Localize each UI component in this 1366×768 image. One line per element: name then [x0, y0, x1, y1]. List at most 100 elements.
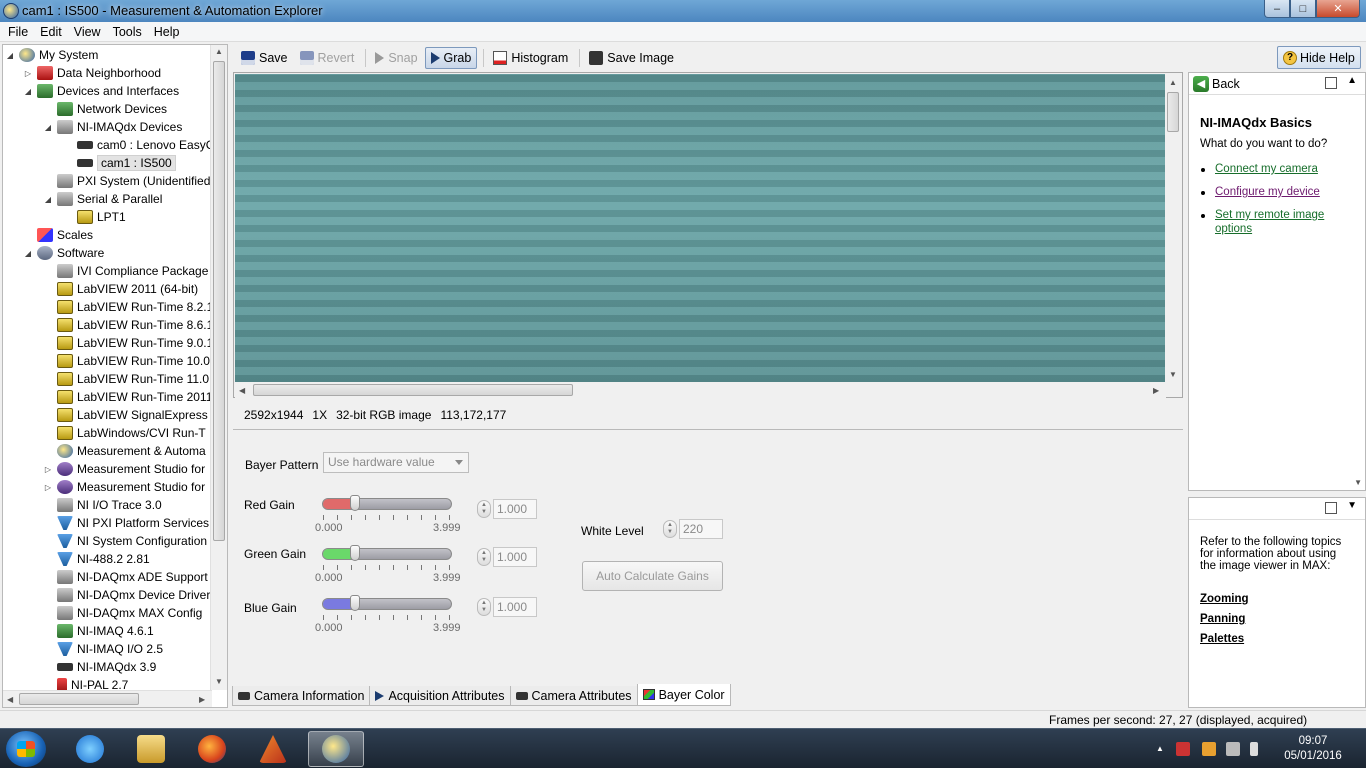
help-topic-palettes[interactable]: Palettes	[1200, 633, 1244, 645]
tree-item[interactable]: ◢ My System	[5, 46, 98, 64]
red-gain-slider[interactable]	[322, 498, 452, 510]
tree-item[interactable]: LabWindows/CVI Run-T	[43, 424, 206, 442]
tree-item[interactable]: Measurement & Automa	[43, 442, 206, 460]
tree-item[interactable]: NI-DAQmx MAX Config	[43, 604, 202, 622]
red-gain-spinner[interactable]: ▲ ▼	[477, 500, 491, 518]
collapse-icon[interactable]: ◢	[5, 51, 15, 60]
tree-item[interactable]: ◢ Devices and Interfaces	[23, 82, 179, 100]
scroll-left-icon[interactable]: ◀	[7, 695, 13, 704]
tree-item[interactable]: LabVIEW Run-Time 9.0.1	[43, 334, 213, 352]
collapse-icon[interactable]: ◢	[43, 123, 53, 132]
tree-item[interactable]: NI PXI Platform Services	[43, 514, 209, 532]
taskbar-explorer[interactable]	[123, 731, 179, 767]
scroll-right-icon[interactable]: ▶	[1153, 386, 1159, 395]
tab-bayer-color[interactable]: Bayer Color	[636, 684, 731, 706]
scroll-down-icon[interactable]: ▼	[1354, 478, 1362, 487]
tree-item[interactable]: NI-DAQmx ADE Support	[43, 568, 208, 586]
image-horizontal-scrollbar[interactable]: ◀ ▶	[235, 382, 1166, 398]
revert-button[interactable]: Revert	[295, 47, 360, 69]
tree-item[interactable]: NI-488.2 2.81	[43, 550, 150, 568]
expand-icon[interactable]: ▷	[43, 483, 53, 492]
blue-gain-knob[interactable]	[349, 595, 360, 611]
image-hscroll-thumb[interactable]	[253, 384, 573, 396]
tree-item[interactable]: PXI System (Unidentified	[43, 172, 210, 190]
maximize-button[interactable]: □	[1290, 0, 1316, 18]
blue-gain-input[interactable]: 1.000	[493, 597, 537, 617]
menu-file[interactable]: File	[2, 25, 34, 39]
tree-item[interactable]: LabVIEW Run-Time 10.0.	[43, 352, 213, 370]
taskbar-firefox[interactable]	[184, 731, 240, 767]
notification-icon[interactable]	[1202, 742, 1216, 756]
help-topic-zooming[interactable]: Zooming	[1200, 593, 1249, 605]
help-link-connect-camera[interactable]: Connect my camera	[1215, 162, 1345, 176]
menu-help[interactable]: Help	[148, 25, 186, 39]
save-image-button[interactable]: Save Image	[584, 47, 679, 69]
expand-icon[interactable]: ▷	[23, 69, 33, 78]
save-button[interactable]: Save	[236, 47, 293, 69]
tree-item[interactable]: LabVIEW SignalExpress 2	[43, 406, 218, 424]
camera-image[interactable]	[235, 74, 1166, 382]
show-hidden-icons[interactable]: ▲	[1156, 744, 1164, 753]
red-gain-input[interactable]: 1.000	[493, 499, 537, 519]
tree-scroll-thumb[interactable]	[213, 61, 225, 541]
battery-icon[interactable]	[1250, 742, 1258, 756]
blue-gain-slider[interactable]	[322, 598, 452, 610]
undock-icon[interactable]	[1325, 77, 1337, 89]
back-arrow-icon[interactable]: ◀	[1193, 75, 1209, 92]
green-gain-slider[interactable]	[322, 548, 452, 560]
chevron-up-icon[interactable]: ▲	[1347, 75, 1357, 86]
tree-item[interactable]: NI-IMAQdx 3.9	[43, 658, 156, 676]
start-button[interactable]	[6, 731, 46, 767]
red-gain-knob[interactable]	[349, 495, 360, 511]
help-topic-panning[interactable]: Panning	[1200, 613, 1245, 625]
histogram-button[interactable]: Histogram	[488, 47, 573, 69]
tree-item[interactable]: cam1 : IS500	[63, 154, 176, 172]
expand-icon[interactable]: ▷	[43, 465, 53, 474]
tree-item[interactable]: LabVIEW Run-Time 8.2.1	[43, 298, 213, 316]
tree-item[interactable]: LabVIEW Run-Time 2011	[43, 388, 212, 406]
collapse-icon[interactable]: ◢	[23, 249, 33, 258]
menu-view[interactable]: View	[68, 25, 107, 39]
tree-item[interactable]: LabVIEW 2011 (64-bit)	[43, 280, 198, 298]
scroll-left-icon[interactable]: ◀	[239, 386, 245, 395]
green-gain-knob[interactable]	[349, 545, 360, 561]
scroll-up-icon[interactable]: ▲	[215, 47, 223, 56]
blue-gain-spinner[interactable]: ▲ ▼	[477, 598, 491, 616]
undock-icon[interactable]	[1325, 502, 1337, 514]
tree-item[interactable]: LPT1	[63, 208, 126, 226]
scroll-down-icon[interactable]: ▼	[1169, 370, 1177, 379]
close-button[interactable]: ✕	[1316, 0, 1360, 18]
scroll-up-icon[interactable]: ▲	[1169, 78, 1177, 87]
minimize-button[interactable]: –	[1264, 0, 1290, 18]
tree-item[interactable]: ▷ Measurement Studio for	[43, 478, 205, 496]
taskbar-matlab[interactable]	[245, 731, 301, 767]
image-vscroll-thumb[interactable]	[1167, 92, 1179, 132]
tab-acquisition-attributes[interactable]: Acquisition Attributes	[369, 686, 511, 706]
clock[interactable]: 09:07 05/01/2016	[1276, 734, 1350, 764]
white-level-input[interactable]: 220	[679, 519, 723, 539]
green-gain-input[interactable]: 1.000	[493, 547, 537, 567]
collapse-icon[interactable]: ◢	[23, 87, 33, 96]
tree-item[interactable]: ▷ Data Neighborhood	[23, 64, 161, 82]
tree-vertical-scrollbar[interactable]: ▲ ▼	[210, 45, 227, 690]
taskbar-internet-explorer[interactable]	[62, 731, 118, 767]
hide-help-button[interactable]: ? Hide Help	[1277, 46, 1361, 69]
tree-item[interactable]: ◢ Software	[23, 244, 104, 262]
tree-item[interactable]: LabVIEW Run-Time 8.6.1	[43, 316, 213, 334]
tree-item[interactable]: LabVIEW Run-Time 11.0	[43, 370, 209, 388]
auto-calculate-gains-button[interactable]: Auto Calculate Gains	[582, 561, 723, 591]
tree-item[interactable]: NI System Configuration	[43, 532, 207, 550]
snap-button[interactable]: Snap	[370, 47, 422, 69]
taskbar-max[interactable]	[308, 731, 364, 767]
help-back-button[interactable]: Back	[1212, 77, 1240, 91]
tree-item[interactable]: cam0 : Lenovo EasyC	[63, 136, 214, 154]
tree-item[interactable]: ◢ Serial & Parallel	[43, 190, 162, 208]
tree-item[interactable]: NI-IMAQ I/O 2.5	[43, 640, 163, 658]
scroll-down-icon[interactable]: ▼	[215, 677, 223, 686]
help-link-remote-image[interactable]: Set my remote image options	[1215, 208, 1345, 236]
menu-edit[interactable]: Edit	[34, 25, 68, 39]
chevron-down-icon[interactable]: ▼	[1347, 500, 1357, 511]
collapse-icon[interactable]: ◢	[43, 195, 53, 204]
network-icon[interactable]	[1176, 742, 1190, 756]
white-level-spinner[interactable]: ▲ ▼	[663, 520, 677, 538]
